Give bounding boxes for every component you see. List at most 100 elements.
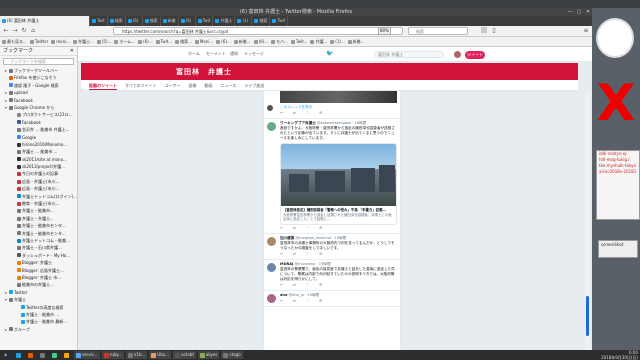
tweet-author-handle[interactable]: @ozkomitaimigaos · 18時間 [317,121,366,125]
retweet-icon[interactable]: ⇄ [293,252,296,257]
bookmark-toolbar-item[interactable]: Twit... [155,37,172,46]
home-icon[interactable]: ⌂ [29,27,37,35]
bookmark-item[interactable]: 教育・弁護士(市川... [0,200,77,207]
browser-tab[interactable]: 検索 [252,16,271,26]
background-window[interactable]: iddi-rsodyn-oj hdl-mog-tukig.r tko-myshu… [596,150,640,220]
forward-arrow-icon[interactable]: → [11,27,19,35]
bookmark-item[interactable]: ▸ グループ [0,326,77,333]
taskbar-item[interactable] [62,351,72,359]
browser-tab[interactable]: (6) 富田林 弁護士 [0,16,90,26]
browser-tab[interactable]: (1) [235,16,253,26]
url-bar[interactable]: https://twitter.com/search?q=富田林 弁護士&src… [113,27,403,35]
nav-moments[interactable]: モーメント [206,51,226,57]
tweet-author-handle[interactable]: @megaga_tsoolmol · 19時間 [296,236,347,240]
browser-tab[interactable]: 検索 [143,16,161,26]
message-icon[interactable]: ✉ [319,299,322,304]
avatar[interactable] [267,122,276,131]
browser-tab[interactable]: (6) [126,16,143,26]
bookmark-item[interactable]: 能美市の弁護士... [0,281,77,288]
taskbar-item[interactable]: x1b... [126,351,148,359]
bookmark-toolbar-item[interactable]: 検索... [175,37,192,46]
bookmark-item[interactable]: ▸ ブックマークツールバー [0,67,77,74]
taskbar-item[interactable]: akyes [197,351,220,359]
reload-icon[interactable]: ↻ [20,27,28,35]
bookmark-item[interactable]: ▸ upload [0,89,77,96]
bookmark-item[interactable]: 弁護士 - 能美市 ... [0,311,77,318]
reply-icon[interactable]: ↩ [280,111,283,116]
bookmark-toolbar-item[interactable]: Twitter [29,37,48,46]
search-tab[interactable]: ユーザー [165,80,181,90]
bookmark-item[interactable]: プロダクトサービス(21ロ... [0,111,77,118]
zoom-level[interactable]: 80% [378,27,391,35]
retweet-icon[interactable]: ⇄ [293,226,296,231]
page-scrollbar[interactable] [585,91,590,350]
avatar[interactable] [267,236,276,246]
tweet-author-name[interactable]: MURAJ [280,262,293,266]
taskbar-item[interactable]: Ubu... [149,351,172,359]
avatar[interactable] [267,293,276,303]
tree-twisty-icon[interactable]: ▸ [4,89,8,96]
bookmark-item[interactable]: Blogger: 弁護士 [0,259,77,266]
back-arrow-icon[interactable]: ← [2,27,10,35]
retweet-icon[interactable]: ⇄ [293,299,296,304]
show-thread-link[interactable]: このスレッドを表示 [280,105,397,110]
taskbar-item[interactable]: ruby... [101,351,125,359]
tweet-button[interactable]: ツイート [465,51,485,59]
bookmark-toolbar-item[interactable]: (5)... [96,37,111,46]
search-tab[interactable]: 動画 [204,80,212,90]
bookmark-item[interactable]: Twitterの高度な検索 [0,304,77,311]
bookmark-item[interactable]: ▸ Facebook [0,97,77,104]
avatar[interactable] [267,105,273,111]
tweet-author-name[interactable]: aho [280,293,287,297]
like-icon[interactable]: ♡ [306,226,309,231]
bookmark-item[interactable]: ダッシュボード · My Ho... [0,252,77,259]
browser-tab[interactable]: (6) [179,16,196,26]
tree-twisty-icon[interactable]: ▸ [4,289,8,296]
search-tab[interactable]: すべてのツイート [125,80,157,90]
browser-tab[interactable]: Twit [196,16,214,26]
nav-notifications[interactable]: 通知 [230,51,238,57]
taskbar-item[interactable] [38,351,48,359]
start-menu-icon[interactable]: ◆ [2,351,12,359]
bookmark-item[interactable]: 弁護士・能美市センタ... [0,230,77,237]
bookmark-item[interactable]: 弁護士・能美市... [0,207,77,214]
bookmark-toolbar-item[interactable]: 最も見る... [2,37,27,46]
bookmark-item[interactable]: Blogger: 広島弁護士... [0,267,77,274]
close-button[interactable]: ✕ [584,8,592,16]
maximize-button[interactable]: ▢ [575,8,583,16]
taskbar-item[interactable]: servic... [74,351,100,359]
browser-tab[interactable]: Twit [90,16,108,26]
tweet[interactable]: 加川健策 @megaga_tsoolmol · 19時間 富田林市の弁護士事務所の… [264,234,400,260]
bookmark-item[interactable]: 広島・弁護士(市川... [0,185,77,192]
bookmark-toolbar-item[interactable]: (6)... [253,37,268,46]
reply-icon[interactable]: ↩ [280,226,283,231]
bookmark-toolbar-item[interactable]: モバ... [271,37,288,46]
tweet[interactable]: MURAJ @murajimp · 19時間 富田林の警察署で、面会の接見室で弁護… [264,260,400,291]
retweet-icon[interactable]: ⇄ [293,283,296,288]
tree-twisty-icon[interactable]: ▸ [4,326,8,333]
bookmark-item[interactable]: ▸ Twitter [0,289,77,296]
search-tab[interactable]: 画像 [188,80,196,90]
bookmark-toolbar-item[interactable]: 弁護士... [73,37,94,46]
taskbar-item[interactable] [26,351,36,359]
tweet[interactable]: aho @aho_jp · 19時間 ↩ ⇄ ♡ ✉ [264,291,400,307]
menu-icon[interactable]: ≡ [582,27,590,35]
sidebar-toggle-icon[interactable]: ▯ [490,27,498,35]
bookmark-toolbar-item[interactable]: (6)... [216,37,231,46]
bookmark-toolbar-item[interactable]: (1)... [330,37,345,46]
message-icon[interactable]: ✉ [319,111,322,116]
tree-twisty-icon[interactable]: ▸ [4,97,8,104]
bookmark-toolbar-item[interactable]: (6)... [138,37,153,46]
bookmark-toolbar-item[interactable]: 弁護... [310,37,327,46]
bookmark-item[interactable]: 弁護士・石川県弁護... [0,244,77,251]
like-icon[interactable]: ♡ [306,299,309,304]
browser-tab[interactable]: 新着 [161,16,179,26]
system-clock[interactable]: 6:00 2018年9月30日(日) [601,350,638,360]
twitter-search-input[interactable]: 富田林 弁護士 [374,51,444,58]
minimize-button[interactable]: — [566,8,574,16]
bookmark-item[interactable]: Facebook [0,119,77,126]
bookmark-item[interactable]: ▾ Google Chrome から [0,104,77,111]
reply-icon[interactable]: ↩ [280,252,283,257]
tree-twisty-icon[interactable]: ▾ [4,296,8,303]
bookmark-toolbar-item[interactable]: moni... [51,37,70,46]
